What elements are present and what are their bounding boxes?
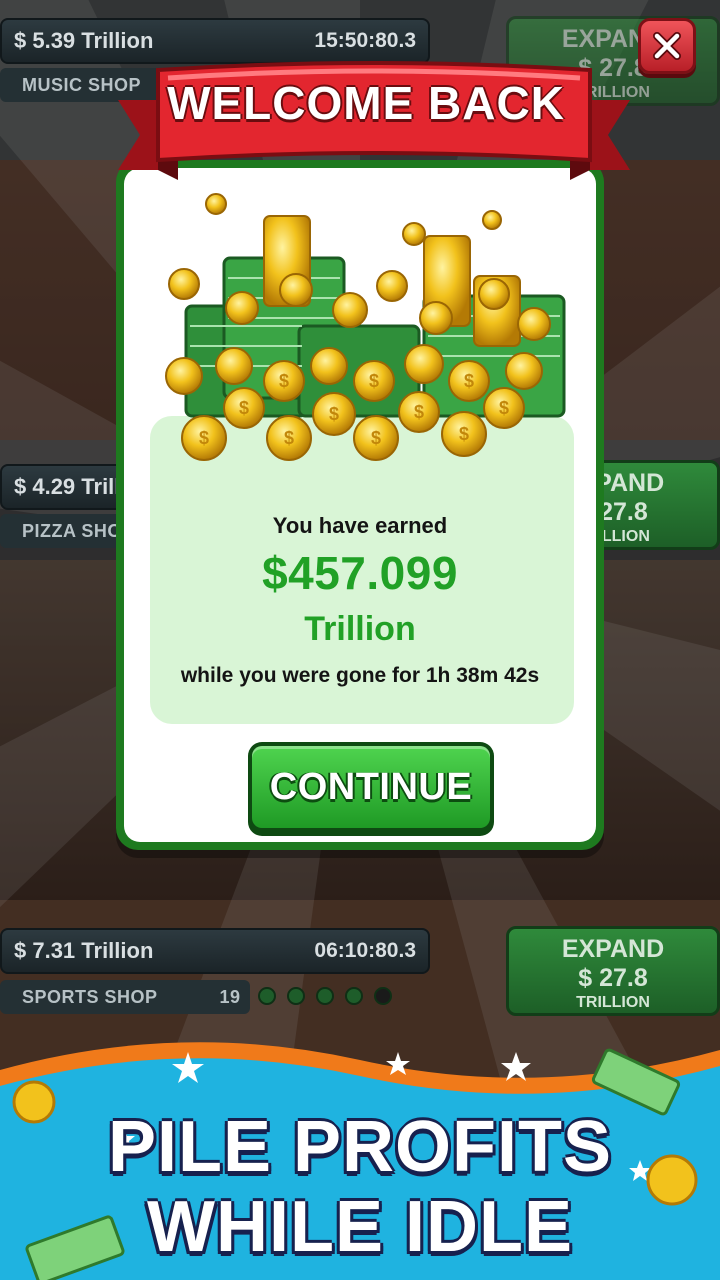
svg-text:$: $ bbox=[329, 404, 339, 424]
progress-dot bbox=[287, 987, 305, 1005]
expand-label: EXPAND bbox=[561, 935, 665, 963]
banner-headline-line1: PILE PROFITS bbox=[107, 1107, 613, 1187]
close-button[interactable] bbox=[638, 18, 696, 74]
svg-text:$: $ bbox=[464, 371, 474, 391]
earned-label: You have earned bbox=[272, 513, 448, 538]
shop-earnings: $ 7.31 Trillion bbox=[14, 938, 154, 963]
svg-text:$: $ bbox=[239, 398, 249, 418]
svg-text:$: $ bbox=[414, 402, 424, 422]
earned-unit: Trillion bbox=[304, 610, 416, 648]
expand-price: $ 27.8 bbox=[578, 964, 648, 992]
upgrade-progress-dots bbox=[258, 987, 392, 1005]
svg-text:$: $ bbox=[284, 428, 294, 448]
shop-earnings-bar: $ 7.31 Trillion 06:10:80.3 bbox=[0, 928, 430, 974]
expand-button[interactable]: EXPAND $ 27.8 TRILLION bbox=[506, 926, 720, 1016]
continue-label: CONTINUE bbox=[269, 765, 473, 808]
svg-text:$: $ bbox=[371, 428, 381, 448]
progress-dot bbox=[345, 987, 363, 1005]
svg-text:$: $ bbox=[369, 371, 379, 391]
progress-dot bbox=[258, 987, 276, 1005]
shop-earnings-bar: $ 5.39 Trillion 15:50:80.3 bbox=[0, 18, 430, 64]
progress-dot bbox=[316, 987, 334, 1005]
svg-text:$: $ bbox=[199, 428, 209, 448]
continue-button-face: CONTINUE bbox=[252, 746, 490, 828]
dialog-body: $ $ $ $ $ $ $ $ $ $ $ You have earned $457.099 T… bbox=[124, 168, 596, 842]
earned-amount: $457.099 bbox=[262, 547, 458, 599]
shop-timer: 06:10:80.3 bbox=[314, 939, 416, 962]
away-duration-text: while you were gone for 1h 38m 42s bbox=[180, 664, 540, 687]
shop-name: SPORTS SHOP 19 bbox=[0, 980, 250, 1014]
svg-text:$: $ bbox=[459, 424, 469, 444]
dialog-title: WELCOME BACK bbox=[167, 77, 565, 129]
welcome-back-dialog: $ $ $ $ $ $ $ $ $ $ $ You have earned $457.099 T… bbox=[116, 160, 604, 850]
close-icon bbox=[653, 32, 681, 60]
shop-name-label: SPORTS SHOP bbox=[22, 986, 158, 1007]
shop-timer: 15:50:80.3 bbox=[314, 29, 416, 52]
progress-dot bbox=[374, 987, 392, 1005]
banner-headline-line2: WHILE IDLE bbox=[147, 1187, 573, 1267]
svg-text:$: $ bbox=[279, 371, 289, 391]
svg-text:$: $ bbox=[499, 398, 509, 418]
shop-earnings: $ 5.39 Trillion bbox=[14, 28, 154, 53]
continue-button[interactable]: CONTINUE bbox=[248, 742, 494, 836]
shop-level: 19 bbox=[219, 986, 241, 1007]
expand-unit: TRILLION bbox=[576, 994, 650, 1011]
coin-pile-icon: $ $ $ $ $ $ $ $ $ $ $ bbox=[165, 193, 566, 461]
